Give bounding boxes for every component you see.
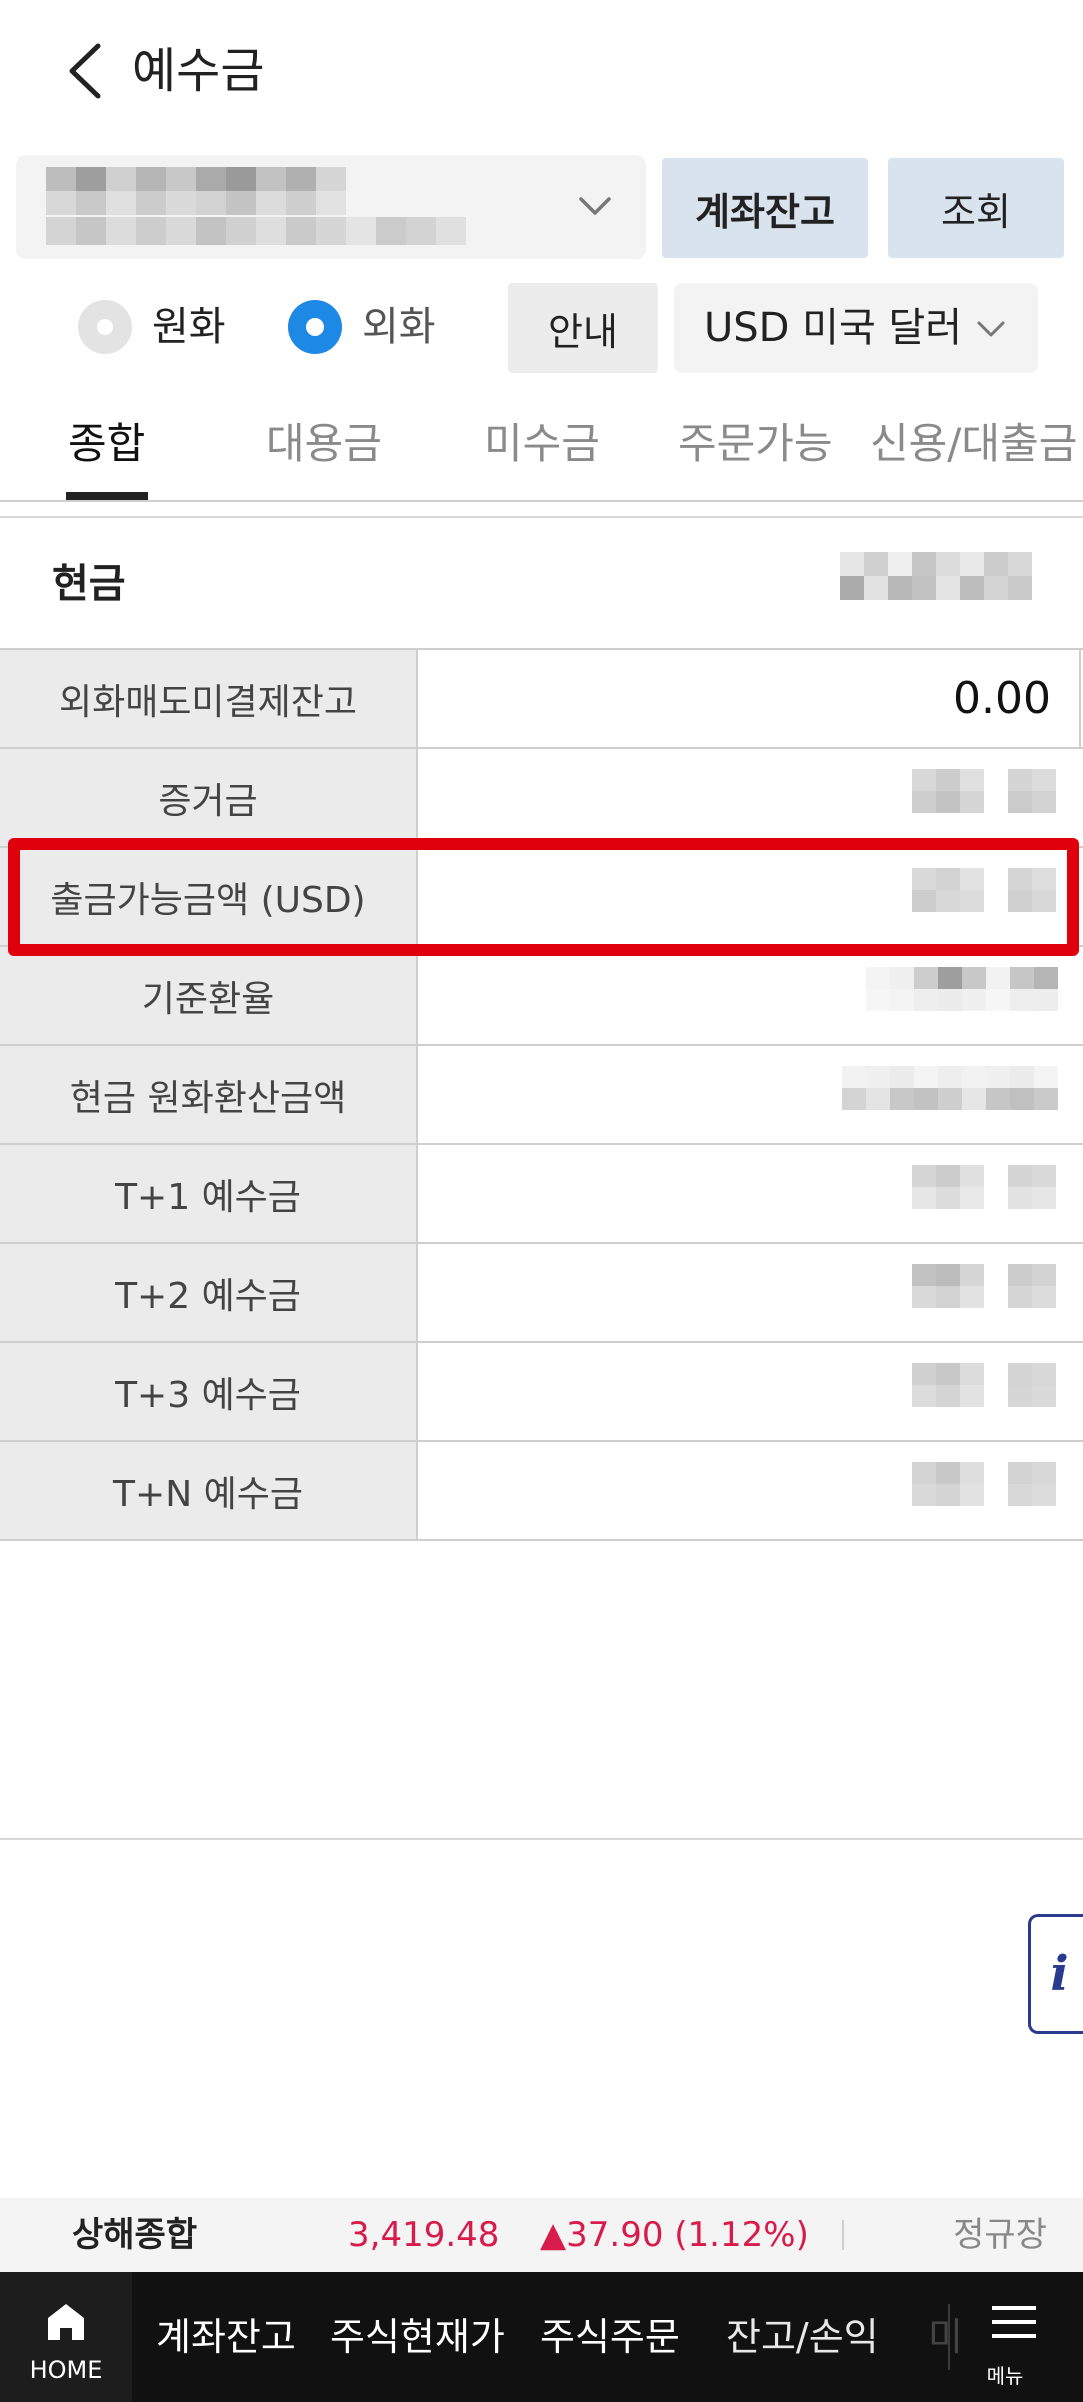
tab-bar: 종합 대용금 미수금 주문가능 신용/대출금 [0,400,1083,502]
radio-foreign-label[interactable]: 외화 [362,300,436,354]
table-row: T+N 예수금 [0,1442,1083,1541]
table-row: 외화매도미결제잔고 0.00 [0,650,1083,749]
row-label: T+3 예수금 [0,1343,418,1440]
table-row: 증거금 [0,749,1083,848]
table-row: 기준환율 [0,947,1083,1046]
market-ticker-bar[interactable]: 상해종합 3,419.48 ▲37.90 (1.12%) 정규장 [0,2198,1083,2272]
home-label: HOME [29,2356,103,2384]
menu-label: 메뉴 [986,2364,1024,2388]
row-label: 증거금 [0,749,418,846]
ticker-index-value: 3,419.48 [348,2215,500,2255]
table-row: T+1 예수금 [0,1145,1083,1244]
hamburger-menu-icon[interactable] [990,2302,1038,2342]
highlight-annotation-box [8,838,1079,956]
row-value-mosaic [912,1462,1056,1506]
market-session-status: 정규장 [953,2215,1047,2255]
guide-button[interactable]: 안내 [508,283,658,373]
nav-stock-order[interactable]: 주식주문 [540,2272,680,2402]
tab-receivable[interactable]: 미수금 [484,414,600,474]
row-label: 현금 원화환산금액 [0,1046,418,1143]
back-arrow-icon[interactable] [60,36,110,106]
row-label: T+2 예수금 [0,1244,418,1341]
home-icon [48,2304,84,2340]
account-balance-button[interactable]: 계좌잔고 [662,158,868,258]
info-button[interactable]: i [1028,1914,1083,2034]
row-value-mosaic [912,769,1056,813]
divider [842,2220,844,2250]
row-label: T+1 예수금 [0,1145,418,1242]
row-label: 외화매도미결제잔고 [0,650,418,747]
currency-mode-radio-group: 원화 외화 [0,278,500,372]
tab-substitute[interactable]: 대용금 [266,414,382,474]
account-selector[interactable] [16,155,646,259]
currency-dropdown-value: USD 미국 달러 [704,305,963,351]
table-row: T+2 예수금 [0,1244,1083,1343]
row-value-mosaic [866,967,1058,1011]
row-value-mosaic [912,1165,1056,1209]
header-bar: 예수금 [0,0,1083,140]
nav-balance-pnl[interactable]: 잔고/손익 [726,2272,879,2402]
row-value: 0.00 [953,673,1051,724]
radio-krw-label[interactable]: 원화 [152,300,226,354]
radio-foreign[interactable] [288,300,342,354]
chevron-down-icon [977,321,1005,337]
tab-orderable[interactable]: 주문가능 [678,414,833,474]
divider [0,1838,1083,1840]
nav-stock-price[interactable]: 주식현재가 [330,2272,505,2402]
nav-more-truncated[interactable]: 미 [928,2272,963,2402]
home-button[interactable]: HOME [0,2272,132,2402]
row-value-mosaic [912,1264,1056,1308]
active-tab-indicator [66,492,148,500]
cash-summary-row: 현금 [0,518,1083,650]
table-row: 현금 원화환산금액 [0,1046,1083,1145]
row-value-mosaic [842,1066,1058,1110]
radio-krw[interactable] [78,300,132,354]
page-title: 예수금 [132,43,265,99]
table-row: T+3 예수금 [0,1343,1083,1442]
row-value-mosaic [912,1363,1056,1407]
currency-dropdown[interactable]: USD 미국 달러 [674,283,1038,373]
table-border [1079,650,1081,749]
chevron-down-icon [579,197,611,215]
divider [948,2304,950,2370]
ticker-index-name: 상해종합 [72,2215,198,2255]
account-name-mosaic [46,217,466,245]
cash-label: 현금 [52,561,126,607]
query-button[interactable]: 조회 [888,158,1064,258]
cash-value-mosaic [840,552,1032,600]
tab-summary[interactable]: 종합 [68,414,145,474]
nav-account-balance[interactable]: 계좌잔고 [156,2272,296,2402]
bottom-navigation: HOME 계좌잔고 주식현재가 주식주문 잔고/손익 미 메뉴 [0,2272,1083,2402]
ticker-index-change: ▲37.90 (1.12%) [540,2215,809,2255]
row-label: T+N 예수금 [0,1442,418,1539]
row-label: 기준환율 [0,947,418,1044]
account-number-mosaic [46,167,346,215]
tab-credit-loan[interactable]: 신용/대출금 [870,414,1077,474]
